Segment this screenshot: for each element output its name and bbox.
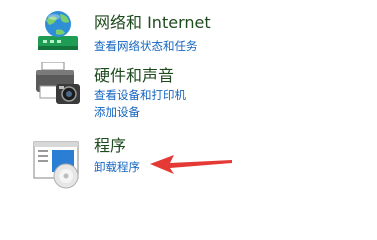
category-title-hardware[interactable]: 硬件和声音 [94, 66, 174, 86]
programs-disc-icon[interactable] [32, 138, 84, 189]
annotation-arrow-icon [150, 154, 234, 176]
link-view-devices-printers[interactable]: 查看设备和打印机 [94, 88, 186, 103]
network-globe-icon[interactable] [32, 8, 84, 56]
category-title-programs[interactable]: 程序 [94, 136, 126, 156]
category-network: 网络和 Internet 查看网络状态和任务 [0, 0, 377, 64]
control-panel: 网络和 Internet 查看网络状态和任务 硬件和声音 查看设备和打印机 添加… [0, 0, 377, 215]
category-title-network[interactable]: 网络和 Internet [94, 13, 211, 33]
link-uninstall-program[interactable]: 卸载程序 [94, 160, 140, 175]
category-hardware: 硬件和声音 查看设备和打印机 添加设备 [0, 61, 377, 126]
link-view-network-status[interactable]: 查看网络状态和任务 [94, 39, 198, 54]
printer-camera-icon[interactable] [32, 61, 84, 110]
link-add-device[interactable]: 添加设备 [94, 105, 140, 120]
